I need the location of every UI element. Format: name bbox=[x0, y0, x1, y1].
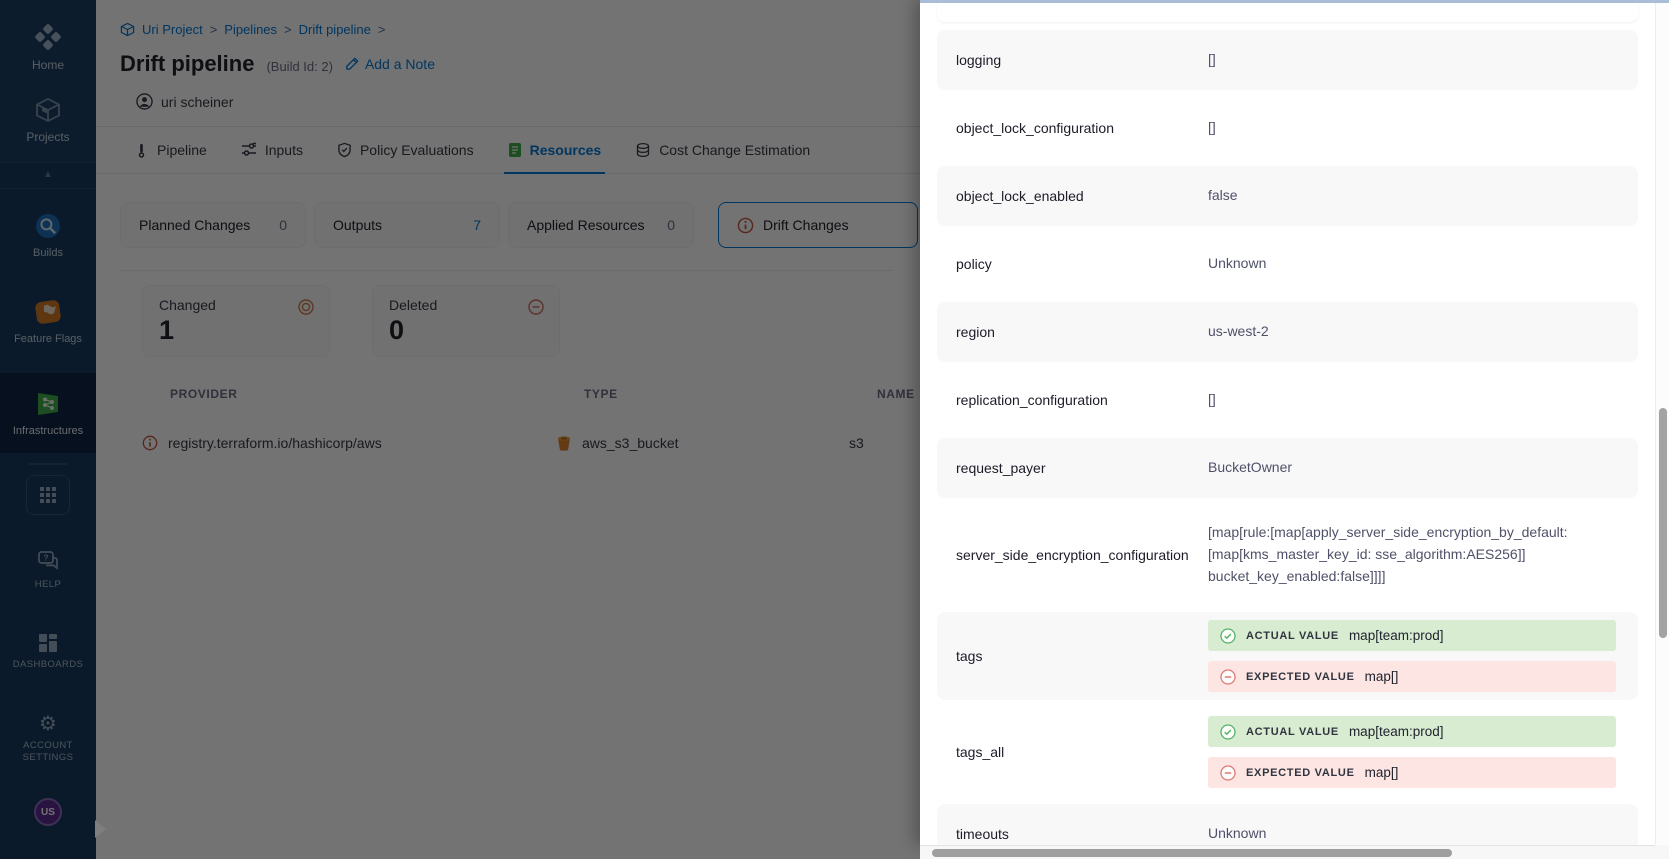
minus-circle-icon bbox=[1220, 669, 1236, 685]
kv-key: region bbox=[956, 324, 1208, 340]
kv-key: replication_configuration bbox=[956, 392, 1208, 408]
horizontal-scrollbar-thumb[interactable] bbox=[932, 849, 1452, 857]
minus-circle-icon bbox=[1220, 765, 1236, 781]
sidebar-expand-chevron-icon[interactable] bbox=[95, 820, 106, 838]
kv-key: request_payer bbox=[956, 460, 1208, 476]
expected-value-badge: EXPECTED VALUE map[] bbox=[1208, 661, 1616, 692]
kv-key: tags bbox=[956, 648, 1208, 664]
kv-key: server_side_encryption_configuration bbox=[956, 547, 1208, 563]
kv-row-tags-all: tags_all ACTUAL VALUE map[team:prod] EXP… bbox=[937, 708, 1638, 796]
actual-value-label: ACTUAL VALUE bbox=[1246, 630, 1339, 642]
horizontal-scrollbar[interactable] bbox=[920, 845, 1655, 859]
drift-details-drawer: ✕ logging [] object_lock_configuration [… bbox=[920, 0, 1655, 845]
kv-row-object-lock-configuration: object_lock_configuration [] bbox=[937, 98, 1638, 158]
kv-key: object_lock_enabled bbox=[956, 188, 1208, 204]
kv-key: logging bbox=[956, 52, 1208, 68]
kv-value: [map[rule:[map[apply_server_side_encrypt… bbox=[1208, 522, 1606, 587]
expected-value-badge: EXPECTED VALUE map[] bbox=[1208, 757, 1616, 788]
vertical-scrollbar[interactable] bbox=[1655, 0, 1669, 845]
kv-value: BucketOwner bbox=[1208, 457, 1292, 479]
kv-row-replication-configuration: replication_configuration [] bbox=[937, 370, 1638, 430]
app-root: Home Projects ▲ Builds Feature Flags bbox=[0, 0, 1669, 859]
kv-key: policy bbox=[956, 256, 1208, 272]
kv-row-object-lock-enabled: object_lock_enabled false bbox=[937, 166, 1638, 226]
kv-key: tags_all bbox=[956, 744, 1208, 760]
actual-value-text: map[team:prod] bbox=[1349, 724, 1444, 739]
check-circle-icon bbox=[1220, 724, 1236, 740]
actual-value-badge: ACTUAL VALUE map[team:prod] bbox=[1208, 716, 1616, 747]
kv-value: [] bbox=[1208, 49, 1216, 71]
expected-value-text: map[] bbox=[1365, 765, 1399, 780]
kv-value: Unknown bbox=[1208, 823, 1266, 845]
check-circle-icon bbox=[1220, 628, 1236, 644]
scrollbar-corner bbox=[1655, 845, 1669, 859]
kv-row-policy: policy Unknown bbox=[937, 234, 1638, 294]
kv-row-logging: logging [] bbox=[937, 30, 1638, 90]
expected-value-label: EXPECTED VALUE bbox=[1246, 671, 1355, 683]
kv-row-server-side-encryption: server_side_encryption_configuration [ma… bbox=[937, 506, 1638, 604]
actual-value-text: map[team:prod] bbox=[1349, 628, 1444, 643]
kv-value: us-west-2 bbox=[1208, 321, 1269, 343]
expected-value-text: map[] bbox=[1365, 669, 1399, 684]
expected-value-label: EXPECTED VALUE bbox=[1246, 767, 1355, 779]
kv-row-partial bbox=[937, 0, 1638, 22]
kv-value: Unknown bbox=[1208, 253, 1266, 275]
actual-value-label: ACTUAL VALUE bbox=[1246, 726, 1339, 738]
kv-row-region: region us-west-2 bbox=[937, 302, 1638, 362]
kv-value: false bbox=[1208, 185, 1238, 207]
kv-value: [] bbox=[1208, 117, 1216, 139]
kv-row-request-payer: request_payer BucketOwner bbox=[937, 438, 1638, 498]
kv-value: [] bbox=[1208, 389, 1216, 411]
vertical-scrollbar-thumb[interactable] bbox=[1659, 408, 1667, 638]
kv-row-tags: tags ACTUAL VALUE map[team:prod] EXPECTE… bbox=[937, 612, 1638, 700]
drawer-top-border bbox=[920, 0, 1669, 3]
actual-value-badge: ACTUAL VALUE map[team:prod] bbox=[1208, 620, 1616, 651]
kv-key: object_lock_configuration bbox=[956, 120, 1208, 136]
kv-key: timeouts bbox=[956, 826, 1208, 842]
kv-row-timeouts: timeouts Unknown bbox=[937, 804, 1638, 845]
